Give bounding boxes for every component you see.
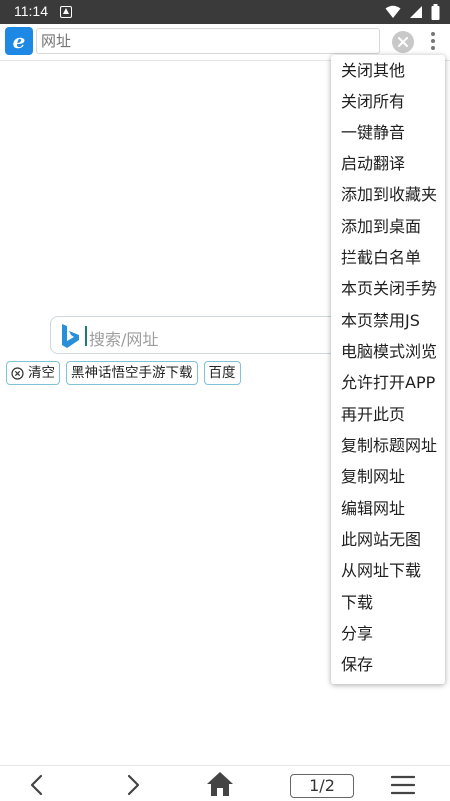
menu-item-share[interactable]: 分享 <box>341 620 373 648</box>
menu-item-no-images[interactable]: 此网站无图 <box>341 526 421 554</box>
menu-item-disable-js[interactable]: 本页禁用JS <box>341 307 420 335</box>
menu-item-add-favorite[interactable]: 添加到收藏夹 <box>341 181 437 209</box>
menu-item-save[interactable]: 保存 <box>341 651 373 679</box>
status-time: 11:14 <box>14 3 48 19</box>
search-placeholder: 搜索/网址 <box>89 330 159 349</box>
browser-logo-icon[interactable]: e <box>5 27 33 55</box>
search-history: 清空 黑神话悟空手游下载 百度 <box>6 361 241 385</box>
notification-icon <box>60 6 72 18</box>
menu-item-close-others[interactable]: 关闭其他 <box>341 57 405 85</box>
menu-item-reopen-page[interactable]: 再开此页 <box>341 401 405 429</box>
battery-icon <box>431 4 440 20</box>
menu-item-translate[interactable]: 启动翻译 <box>341 150 405 178</box>
history-chip[interactable]: 百度 <box>203 361 241 385</box>
text-caret <box>85 326 87 346</box>
menu-item-allow-app[interactable]: 允许打开APP <box>341 369 435 397</box>
menu-item-copy-title-url[interactable]: 复制标题网址 <box>341 432 437 460</box>
menu-item-mute-all[interactable]: 一键静音 <box>341 119 405 147</box>
clear-url-icon[interactable] <box>392 31 414 53</box>
menu-item-desktop-mode[interactable]: 电脑模式浏览 <box>341 338 437 366</box>
menu-item-close-all[interactable]: 关闭所有 <box>341 88 405 116</box>
status-bar: 11:14 <box>0 0 450 24</box>
forward-icon[interactable] <box>124 774 142 796</box>
url-input[interactable] <box>36 28 380 54</box>
signal-icon <box>410 6 422 18</box>
wifi-icon <box>385 5 401 18</box>
history-chip[interactable]: 黑神话悟空手游下载 <box>66 361 198 385</box>
search-box[interactable]: 搜索/网址 <box>50 316 350 354</box>
menu-item-disable-gestures[interactable]: 本页关闭手势 <box>341 275 437 303</box>
bing-logo-icon <box>62 324 79 348</box>
clear-history-label: 清空 <box>28 365 55 381</box>
menu-item-copy-url[interactable]: 复制网址 <box>341 463 405 491</box>
clear-circle-icon <box>11 366 24 380</box>
clear-history-button[interactable]: 清空 <box>6 361 60 385</box>
menu-item-downloads[interactable]: 下载 <box>341 589 373 617</box>
hamburger-menu-icon[interactable] <box>391 774 415 796</box>
menu-item-add-desktop[interactable]: 添加到桌面 <box>341 213 421 241</box>
back-icon[interactable] <box>28 774 46 796</box>
more-menu-icon[interactable] <box>426 30 440 54</box>
overflow-menu: 关闭其他 关闭所有 一键静音 启动翻译 添加到收藏夹 添加到桌面 拦截白名单 本… <box>331 55 445 684</box>
bottom-toolbar: 1/2 <box>0 765 450 801</box>
menu-item-download-from-url[interactable]: 从网址下载 <box>341 557 421 585</box>
tab-count-button[interactable]: 1/2 <box>290 774 354 798</box>
browser-logo-letter: e <box>12 29 26 53</box>
home-icon[interactable] <box>206 771 234 797</box>
menu-item-edit-url[interactable]: 编辑网址 <box>341 495 405 523</box>
status-icons <box>385 4 440 20</box>
menu-item-block-whitelist[interactable]: 拦截白名单 <box>341 244 421 272</box>
